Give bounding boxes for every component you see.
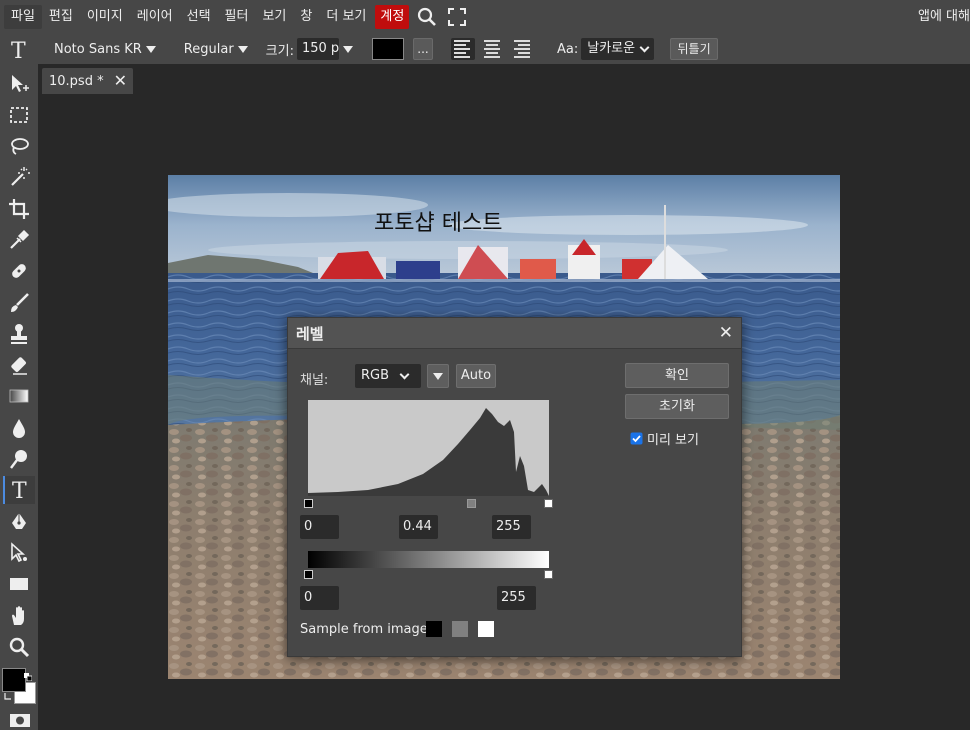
font-style-value: Regular xyxy=(183,41,234,57)
channel-select[interactable]: RGB xyxy=(355,364,421,388)
crop-tool-icon[interactable] xyxy=(3,195,35,223)
svg-text:T: T xyxy=(12,479,27,501)
gradient-tool-icon[interactable] xyxy=(3,382,35,410)
tools-panel: T T xyxy=(0,34,38,730)
close-icon[interactable]: ✕ xyxy=(719,323,733,343)
canvas-text-layer[interactable]: 포토샵 테스트 xyxy=(374,205,502,237)
input-gamma-slider[interactable] xyxy=(467,499,476,508)
input-gamma-field[interactable]: 0.44 xyxy=(399,515,438,539)
sample-from-image-label: Sample from image: xyxy=(300,622,433,637)
menu-view[interactable]: 보기 xyxy=(255,5,293,29)
sample-gray-point-button[interactable] xyxy=(452,621,468,637)
ok-button[interactable]: 확인 xyxy=(625,363,729,388)
warp-button[interactable]: 뒤틀기 xyxy=(670,38,719,60)
menu-select[interactable]: 선택 xyxy=(180,5,218,29)
output-gradient-bar xyxy=(308,551,549,568)
dropdown-arrow-icon xyxy=(237,45,248,53)
pen-tool-icon[interactable] xyxy=(3,508,35,536)
font-size-input[interactable]: 150 px xyxy=(296,38,339,60)
move-tool-icon[interactable] xyxy=(3,70,35,98)
channel-value: RGB xyxy=(361,368,390,383)
default-colors-icon[interactable] xyxy=(24,670,33,682)
output-white-slider[interactable] xyxy=(544,570,553,579)
menu-account[interactable]: 계정 xyxy=(375,5,410,29)
fullscreen-icon[interactable] xyxy=(445,5,469,29)
font-family-dropdown[interactable]: Noto Sans KR xyxy=(54,42,156,57)
preview-checkbox[interactable] xyxy=(630,432,643,445)
menu-window[interactable]: 창 xyxy=(293,5,319,29)
chevron-down-icon xyxy=(399,369,410,379)
reset-button[interactable]: 초기화 xyxy=(625,394,729,419)
foreground-color-front xyxy=(2,668,26,692)
eyedropper-icon[interactable] xyxy=(3,226,35,254)
size-label: 크기: xyxy=(265,43,294,59)
font-family-value: Noto Sans KR xyxy=(54,41,142,57)
menu-file[interactable]: 파일 xyxy=(4,5,42,29)
eraser-icon[interactable] xyxy=(3,351,35,379)
antialias-value: 날카로운 xyxy=(587,41,636,56)
align-right-button[interactable] xyxy=(511,38,535,60)
input-black-slider[interactable] xyxy=(304,499,313,508)
antialias-label: Aa: xyxy=(556,41,579,57)
output-white-field[interactable]: 255 xyxy=(497,586,536,610)
marquee-tool-icon[interactable] xyxy=(3,101,35,129)
dialog-title: 레벨 xyxy=(296,325,324,343)
size-dropdown-icon[interactable] xyxy=(342,45,353,53)
hand-tool-icon[interactable] xyxy=(3,602,35,630)
swap-colors-icon[interactable] xyxy=(3,690,13,700)
magic-wand-icon[interactable] xyxy=(3,163,35,191)
align-left-button[interactable] xyxy=(450,38,475,60)
type-tool-icon[interactable]: T xyxy=(3,36,35,64)
brush-tool-icon[interactable] xyxy=(3,289,35,317)
menu-more[interactable]: 더 보기 xyxy=(319,5,373,29)
lasso-tool-icon[interactable] xyxy=(3,132,35,160)
dodge-tool-icon[interactable] xyxy=(3,445,35,473)
healing-brush-icon[interactable] xyxy=(3,257,35,285)
path-selection-icon[interactable] xyxy=(3,539,35,567)
close-icon[interactable]: ✕ xyxy=(114,71,127,90)
histogram xyxy=(308,400,549,496)
dialog-header[interactable]: 레벨 ✕ xyxy=(288,318,741,349)
antialias-select[interactable]: 날카로운 xyxy=(581,38,655,60)
preset-dropdown-button[interactable] xyxy=(427,364,449,388)
menu-image[interactable]: 이미지 xyxy=(80,5,130,29)
preview-checkbox-row[interactable]: 미리 보기 xyxy=(630,429,699,448)
channel-label: 채널: xyxy=(300,373,329,388)
menu-about[interactable]: 앱에 대해 xyxy=(918,5,970,29)
more-options-button[interactable]: ... xyxy=(412,38,433,60)
output-black-field[interactable]: 0 xyxy=(300,586,339,610)
options-bar: Noto Sans KR Regular 크기: 150 px ... Aa: … xyxy=(38,34,970,64)
sample-white-point-button[interactable] xyxy=(478,621,494,637)
sample-black-point-button[interactable] xyxy=(426,621,442,637)
levels-dialog: 레벨 ✕ 채널: RGB Auto 확인 초기화 미리 보기 0 0.44 25… xyxy=(287,317,742,657)
rectangle-tool-icon[interactable] xyxy=(3,570,35,598)
clone-stamp-icon[interactable] xyxy=(3,320,35,348)
document-tab-title: 10.psd * xyxy=(49,73,104,89)
search-icon[interactable] xyxy=(415,5,439,29)
preview-label: 미리 보기 xyxy=(647,433,699,448)
chevron-down-icon xyxy=(639,42,650,52)
zoom-tool-icon[interactable] xyxy=(3,633,35,661)
document-tab[interactable]: 10.psd * ✕ xyxy=(42,68,133,94)
quick-mask-icon[interactable] xyxy=(9,712,31,728)
text-color-swatch[interactable] xyxy=(371,38,404,60)
auto-button[interactable]: Auto xyxy=(456,364,496,388)
menu-bar: 파일 편집 이미지 레이어 선택 필터 보기 창 더 보기 계정 앱에 대해 xyxy=(0,0,970,34)
align-center-button[interactable] xyxy=(481,38,505,60)
menu-filter[interactable]: 필터 xyxy=(218,5,256,29)
dropdown-arrow-icon xyxy=(145,45,156,53)
input-black-field[interactable]: 0 xyxy=(300,515,339,539)
dropdown-arrow-icon xyxy=(433,373,443,380)
input-white-slider[interactable] xyxy=(544,499,553,508)
output-black-slider[interactable] xyxy=(304,570,313,579)
input-white-field[interactable]: 255 xyxy=(492,515,531,539)
svg-text:T: T xyxy=(11,39,26,61)
menu-edit[interactable]: 편집 xyxy=(42,5,80,29)
type-tool-active-icon[interactable]: T xyxy=(3,476,35,504)
menu-layer[interactable]: 레이어 xyxy=(130,5,180,29)
histogram-graph xyxy=(308,408,549,496)
font-style-dropdown[interactable]: Regular xyxy=(184,42,248,57)
blur-tool-icon[interactable] xyxy=(3,414,35,442)
